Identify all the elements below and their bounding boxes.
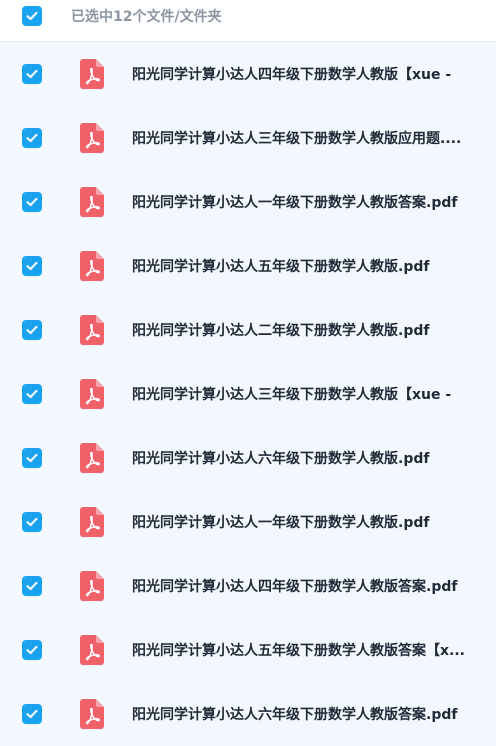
file-name: 阳光同学计算小达人三年级下册数学人教版应用题.... <box>132 131 462 147</box>
checkmark-icon <box>26 581 38 590</box>
pdf-icon <box>80 123 104 153</box>
file-checkbox[interactable] <box>22 576 42 596</box>
file-type-icon <box>42 571 104 601</box>
file-name: 阳光同学计算小达人二年级下册数学人教版.pdf <box>132 323 430 339</box>
file-checkbox[interactable] <box>22 640 42 660</box>
checkmark-icon <box>26 389 38 398</box>
file-row[interactable]: 阳光同学计算小达人三年级下册数学人教版应用题.... <box>0 106 496 170</box>
file-row[interactable]: 阳光同学计算小达人四年级下册数学人教版【xue - <box>0 42 496 106</box>
checkmark-icon <box>26 453 38 462</box>
file-row[interactable]: 阳光同学计算小达人四年级下册数学人教版答案.pdf <box>0 554 496 618</box>
file-type-icon <box>42 507 104 537</box>
file-row[interactable]: 阳光同学计算小达人六年级下册数学人教版.pdf <box>0 426 496 490</box>
file-type-icon <box>42 379 104 409</box>
file-type-icon <box>42 187 104 217</box>
file-name: 阳光同学计算小达人三年级下册数学人教版【xue - <box>132 387 452 403</box>
file-name: 阳光同学计算小达人四年级下册数学人教版答案.pdf <box>132 579 458 595</box>
pdf-icon <box>80 635 104 665</box>
pdf-icon <box>80 251 104 281</box>
file-name: 阳光同学计算小达人五年级下册数学人教版.pdf <box>132 259 430 275</box>
checkmark-icon <box>26 69 38 78</box>
file-checkbox[interactable] <box>22 704 42 724</box>
file-type-icon <box>42 443 104 473</box>
selection-count-label: 已选中12个文件/文件夹 <box>71 8 222 25</box>
file-checkbox[interactable] <box>22 384 42 404</box>
pdf-icon <box>80 507 104 537</box>
file-list: 阳光同学计算小达人四年级下册数学人教版【xue - 阳光同学计算小达人三年级下册数… <box>0 42 496 746</box>
file-name: 阳光同学计算小达人六年级下册数学人教版.pdf <box>132 451 430 467</box>
select-all-checkbox[interactable] <box>22 5 42 26</box>
checkmark-icon <box>26 517 38 526</box>
file-type-icon <box>42 123 104 153</box>
pdf-icon <box>80 699 104 729</box>
file-checkbox[interactable] <box>22 192 42 212</box>
checkmark-icon <box>26 709 38 718</box>
file-checkbox[interactable] <box>22 448 42 468</box>
checkmark-icon <box>26 325 38 334</box>
file-type-icon <box>42 635 104 665</box>
checkmark-icon <box>26 261 38 270</box>
file-type-icon <box>42 251 104 281</box>
pdf-icon <box>80 59 104 89</box>
file-checkbox[interactable] <box>22 64 42 84</box>
file-row[interactable]: 阳光同学计算小达人五年级下册数学人教版答案【x... <box>0 618 496 682</box>
file-checkbox[interactable] <box>22 512 42 532</box>
file-type-icon <box>42 315 104 345</box>
file-name: 阳光同学计算小达人四年级下册数学人教版【xue - <box>132 67 452 83</box>
pdf-icon <box>80 379 104 409</box>
file-row[interactable]: 阳光同学计算小达人二年级下册数学人教版.pdf <box>0 298 496 362</box>
checkmark-icon <box>26 645 38 654</box>
checkmark-icon <box>26 133 38 142</box>
file-row[interactable]: 阳光同学计算小达人五年级下册数学人教版.pdf <box>0 234 496 298</box>
file-row[interactable]: 阳光同学计算小达人六年级下册数学人教版答案.pdf <box>0 682 496 746</box>
file-name: 阳光同学计算小达人一年级下册数学人教版答案.pdf <box>132 195 458 211</box>
file-row[interactable]: 阳光同学计算小达人一年级下册数学人教版答案.pdf <box>0 170 496 234</box>
file-checkbox[interactable] <box>22 128 42 148</box>
file-type-icon <box>42 699 104 729</box>
checkmark-icon <box>26 11 38 20</box>
file-name: 阳光同学计算小达人一年级下册数学人教版.pdf <box>132 515 430 531</box>
file-name: 阳光同学计算小达人五年级下册数学人教版答案【x... <box>132 643 465 659</box>
file-checkbox[interactable] <box>22 320 42 340</box>
file-name: 阳光同学计算小达人六年级下册数学人教版答案.pdf <box>132 707 458 723</box>
pdf-icon <box>80 315 104 345</box>
file-row[interactable]: 阳光同学计算小达人一年级下册数学人教版.pdf <box>0 490 496 554</box>
file-type-icon <box>42 59 104 89</box>
pdf-icon <box>80 571 104 601</box>
pdf-icon <box>80 443 104 473</box>
file-row[interactable]: 阳光同学计算小达人三年级下册数学人教版【xue - <box>0 362 496 426</box>
pdf-icon <box>80 187 104 217</box>
selection-header: 已选中12个文件/文件夹 <box>0 0 496 42</box>
checkmark-icon <box>26 197 38 206</box>
file-checkbox[interactable] <box>22 256 42 276</box>
